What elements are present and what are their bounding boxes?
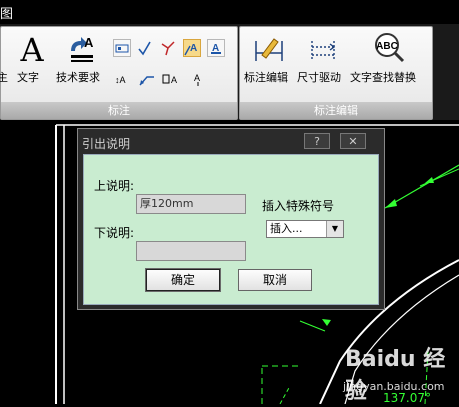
app-title-strip: 图: [0, 0, 459, 24]
tech-requirement-button[interactable]: A 技术要求: [55, 29, 107, 87]
dialog-title: 引出说明: [82, 137, 131, 151]
cancel-button[interactable]: 取消: [238, 269, 312, 291]
checkmark-button[interactable]: [135, 39, 153, 57]
text-find-replace-label: 文字查找替换: [350, 71, 416, 84]
leader-text-button[interactable]: A: [183, 39, 201, 57]
leader-datum-icon: [115, 44, 129, 53]
chevron-down-icon: ▼: [326, 221, 343, 237]
annotation-edit-panel: 标注编辑 尺寸驱动 ABC 文字查找替换 标注编辑: [239, 26, 433, 120]
swap-text-button[interactable]: ↕A: [113, 70, 131, 88]
upper-note-input[interactable]: 厚120mm: [136, 194, 246, 214]
dialog-body: 上说明: 厚120mm 下说明: 插入特殊符号 插入... ▼ 确定 取消: [83, 154, 379, 305]
leader-datum-button[interactable]: [113, 39, 131, 57]
close-button[interactable]: ✕: [340, 133, 366, 149]
app-title: 图: [0, 7, 14, 22]
dim-drive-label: 尺寸驱动: [297, 71, 341, 84]
svg-text:↕A: ↕A: [115, 75, 126, 85]
svg-text:A: A: [190, 43, 197, 54]
watermark-url: jingyan.baidu.com: [343, 380, 445, 393]
annotation-edit-panel-footer: 标注编辑: [240, 102, 432, 119]
leader-text-icon: A: [184, 43, 197, 56]
text-button[interactable]: A 文字: [15, 29, 49, 87]
dim-edit-button[interactable]: 标注编辑: [242, 29, 294, 87]
abc-search-icon: ABC: [375, 33, 405, 63]
lower-note-input[interactable]: [136, 241, 246, 261]
slope-icon: [161, 41, 175, 56]
text-frame-icon: A: [211, 43, 221, 54]
tech-req-icon: A: [71, 35, 94, 62]
leader-arrow-icon: [139, 76, 154, 86]
svg-text:ABC: ABC: [376, 41, 398, 52]
svg-text:A: A: [19, 31, 44, 65]
lower-note-label: 下说明:: [94, 226, 135, 240]
dim-edit-icon: [255, 38, 283, 61]
svg-text:A: A: [194, 73, 200, 83]
special-symbol-label: 插入特殊符号: [262, 199, 335, 213]
upper-note-label: 上说明:: [94, 179, 135, 193]
annotation-panel-footer: 标注: [1, 102, 237, 119]
svg-text:A: A: [171, 75, 177, 85]
box-a-icon: A: [162, 74, 177, 85]
ok-button[interactable]: 确定: [145, 268, 221, 292]
box-a-button[interactable]: A: [161, 70, 179, 88]
checkmark-icon: [138, 41, 151, 56]
up-a-icon: A: [194, 73, 200, 86]
special-symbol-select[interactable]: 插入... ▼: [266, 220, 344, 238]
watermark-logo: Baidu 经验: [345, 347, 446, 404]
slope-button[interactable]: [159, 39, 177, 57]
text-button-label: 文字: [17, 71, 39, 84]
text-frame-button[interactable]: A: [207, 39, 225, 57]
text-find-replace-button[interactable]: ABC 文字查找替换: [348, 29, 428, 87]
cut-off-label: 主: [0, 71, 8, 84]
special-symbol-value: 插入...: [270, 222, 303, 235]
leader-note-dialog: 引出说明 ? ✕ 上说明: 厚120mm 下说明: 插入特殊符号 插入... ▼…: [77, 128, 385, 310]
swap-text-icon: ↕A: [115, 75, 126, 85]
dim-drive-icon: [311, 41, 336, 59]
up-a-button[interactable]: A: [189, 70, 207, 88]
dim-edit-label: 标注编辑: [244, 71, 288, 84]
annotation-panel: 主 A 文字 A 技术要求 A A ↕A A A 标注: [0, 26, 238, 120]
leader-arrow-button[interactable]: [137, 70, 155, 88]
help-button[interactable]: ?: [304, 133, 330, 149]
dim-drive-button[interactable]: 尺寸驱动: [296, 29, 346, 87]
svg-text:A: A: [84, 35, 94, 50]
letter-a-icon: A: [19, 31, 44, 65]
tech-req-label: 技术要求: [56, 71, 100, 84]
